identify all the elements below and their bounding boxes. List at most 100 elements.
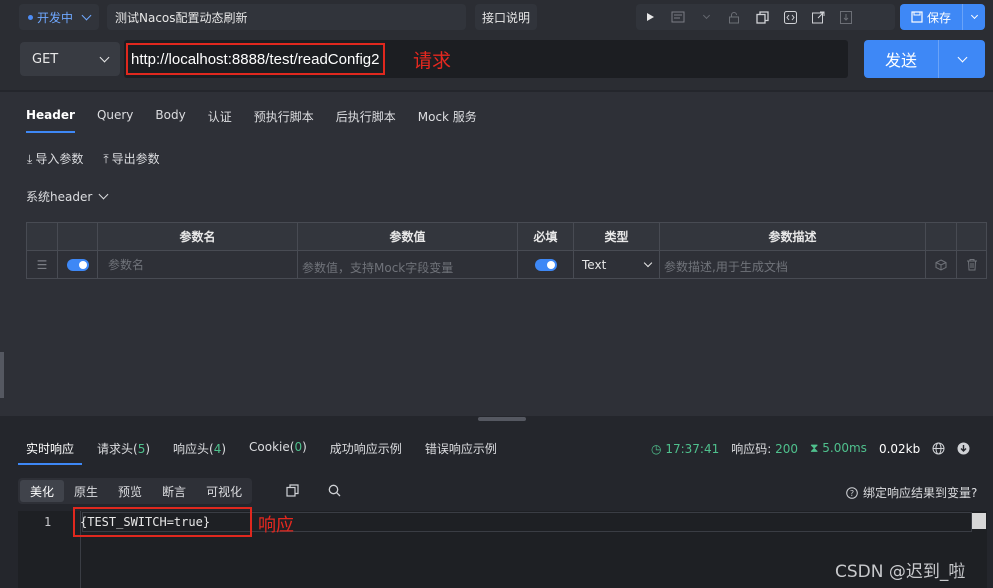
save-icon xyxy=(911,11,923,23)
param-actions: ⤓ 导入参数 ⤒ 导出参数 xyxy=(27,150,160,167)
tab-6[interactable]: Mock 服务 xyxy=(410,104,485,133)
chevron-down-icon xyxy=(643,258,653,267)
play-icon[interactable] xyxy=(636,4,664,30)
method-select[interactable]: GET xyxy=(20,42,120,76)
response-time: ◷ 17:37:41 xyxy=(651,442,719,456)
column-header-name: 参数名 xyxy=(97,222,298,251)
table-row: ☰ 参数名 参数值，支持Mock字段变量 Text 参数描述,用于生成文档 xyxy=(26,250,987,279)
response-tab-suffix: ) xyxy=(145,442,151,456)
response-tab-1[interactable]: 请求头(5) xyxy=(89,437,158,465)
response-tab-suffix: ) xyxy=(302,440,307,454)
clock-icon: ◷ xyxy=(651,441,662,456)
search-icon[interactable] xyxy=(328,484,341,497)
save-dropdown[interactable] xyxy=(963,11,985,19)
response-tab-label: 成功响应示例 xyxy=(329,442,402,456)
drag-handle-icon[interactable]: ☰ xyxy=(26,250,58,279)
url-input[interactable]: http://localhost:8888/test/readConfig2 xyxy=(126,43,385,75)
response-tab-5[interactable]: 错误响应示例 xyxy=(417,437,505,465)
chevron-down-icon xyxy=(81,10,92,20)
tab-0[interactable]: Header xyxy=(18,104,83,133)
tab-5[interactable]: 后执行脚本 xyxy=(328,104,404,133)
format-button-0[interactable]: 美化 xyxy=(20,480,65,502)
column-header-required: 必填 xyxy=(517,222,574,251)
table-header-row: 参数名 参数值 必填 类型 参数描述 xyxy=(26,222,987,251)
type-value: Text xyxy=(582,257,607,272)
time-value: 17:37:41 xyxy=(665,441,720,456)
upload-icon: ⤒ xyxy=(103,152,109,166)
format-button-4[interactable]: 可视化 xyxy=(196,480,252,502)
copy-icon[interactable] xyxy=(286,484,299,497)
svg-text:?: ? xyxy=(850,489,854,498)
api-name-input[interactable]: 测试Nacos配置动态刷新 xyxy=(107,4,466,30)
response-tab-suffix: ) xyxy=(221,442,227,456)
lock-icon[interactable] xyxy=(720,4,748,30)
globe-icon[interactable] xyxy=(932,442,945,455)
import-params-button[interactable]: ⤓ 导入参数 xyxy=(27,150,83,167)
send-button[interactable]: 发送 xyxy=(864,40,985,78)
response-tab-3[interactable]: Cookie(0) xyxy=(241,437,315,465)
response-annotation: 响应 xyxy=(258,515,294,536)
cube-icon[interactable] xyxy=(925,250,957,279)
bind-response-label: 绑定响应结果到变量? xyxy=(863,486,978,500)
param-value-input[interactable]: 参数值，支持Mock字段变量 xyxy=(297,250,518,279)
type-select[interactable]: Text xyxy=(573,250,660,279)
env-label: 开发中 xyxy=(37,10,74,25)
watermark: CSDN @迟到_啦 xyxy=(835,562,966,582)
status-code-value: 200 xyxy=(775,442,798,456)
url-value: http://localhost:8888/test/readConfig2 xyxy=(131,50,380,68)
row-enable-toggle[interactable] xyxy=(57,250,98,279)
format-switcher: 美化 原生 预览 断言 可视化 xyxy=(18,478,253,504)
download-icon: ⤓ xyxy=(27,152,33,166)
request-tabs: Header Query Body 认证 预执行脚本 后执行脚本 Mock 服务 xyxy=(18,104,491,133)
chevron-down-icon xyxy=(99,52,110,62)
tab-2[interactable]: Body xyxy=(147,104,193,133)
tab-4[interactable]: 预执行脚本 xyxy=(246,104,322,133)
chevron-down-icon xyxy=(98,189,109,200)
send-dropdown[interactable] xyxy=(939,40,985,78)
environment-selector[interactable]: 开发中 xyxy=(19,4,99,30)
system-header-label: 系统header xyxy=(26,190,93,204)
copy-icon[interactable] xyxy=(748,4,776,30)
response-highlight-box xyxy=(73,507,252,537)
code-icon[interactable] xyxy=(776,4,804,30)
response-tab-label: 响应头( xyxy=(173,442,214,456)
status-code-label: 响应码: xyxy=(731,442,772,456)
tab-1[interactable]: Query xyxy=(89,104,141,133)
left-scrollbar[interactable] xyxy=(0,352,4,398)
params-table: 参数名 参数值 必填 类型 参数描述 ☰ 参数名 参数值，支持Mock字段变量 … xyxy=(26,222,987,279)
help-icon: ? xyxy=(846,486,858,499)
bind-response-link[interactable]: ? 绑定响应结果到变量? xyxy=(846,484,977,501)
format-button-2[interactable]: 预览 xyxy=(108,480,152,502)
response-tab-label: 请求头( xyxy=(97,442,138,456)
response-tab-4[interactable]: 成功响应示例 xyxy=(322,437,410,465)
response-tab-2[interactable]: 响应头(4) xyxy=(165,437,234,465)
download-icon[interactable] xyxy=(957,442,970,455)
response-duration: ⧗ 5.00ms xyxy=(810,441,867,456)
format-button-1[interactable]: 原生 xyxy=(64,480,108,502)
response-tab-label: Cookie( xyxy=(249,440,295,454)
response-tab-label: 实时响应 xyxy=(26,442,75,456)
export-icon[interactable] xyxy=(832,4,860,30)
column-header-description: 参数描述 xyxy=(659,222,926,251)
tab-3[interactable]: 认证 xyxy=(200,104,240,133)
api-doc-button[interactable]: 接口说明 xyxy=(475,4,537,30)
response-tab-0[interactable]: 实时响应 xyxy=(18,437,83,465)
param-name-input[interactable]: 参数名 xyxy=(97,250,298,279)
doc-icon[interactable] xyxy=(664,4,692,30)
delete-icon[interactable] xyxy=(956,250,987,279)
system-header-toggle[interactable]: 系统header xyxy=(26,188,109,205)
format-button-3[interactable]: 断言 xyxy=(152,480,196,502)
env-dot-icon xyxy=(28,14,33,20)
required-toggle[interactable] xyxy=(517,250,574,279)
save-button[interactable]: 保存 xyxy=(900,4,985,30)
editor-scrollbar[interactable] xyxy=(972,513,986,529)
line-number: 1 xyxy=(44,515,52,529)
export-params-button[interactable]: ⤒ 导出参数 xyxy=(103,150,159,167)
status-code: 响应码: 200 xyxy=(731,440,798,457)
import-params-label: 导入参数 xyxy=(35,152,84,166)
toolbar xyxy=(636,4,895,30)
param-description-input[interactable]: 参数描述,用于生成文档 xyxy=(659,250,926,279)
share-icon[interactable] xyxy=(804,4,832,30)
chevron-down-icon[interactable] xyxy=(692,4,720,30)
panel-resize-handle[interactable] xyxy=(478,417,526,421)
